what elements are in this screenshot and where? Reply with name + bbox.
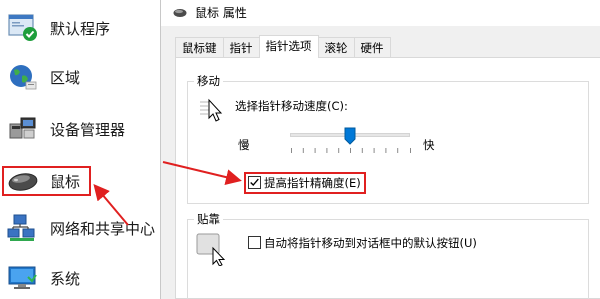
- pointer-speed-label: 选择指针移动速度(C):: [235, 99, 348, 113]
- network-sharing-icon: [7, 214, 35, 241]
- snap-to-icon: [196, 233, 226, 266]
- cp-item-label: 默认程序: [50, 19, 111, 38]
- mouse-title-icon: [173, 9, 187, 17]
- snap-group-title: 贴靠: [194, 211, 223, 227]
- fast-label: 快: [423, 138, 435, 152]
- system-icon: [8, 266, 37, 289]
- highlight-box-precision: [244, 172, 366, 194]
- dialog-tabs: 鼠标键 指针 指针选项 滚轮 硬件: [175, 35, 391, 58]
- cp-item-default-programs[interactable]: 默认程序: [0, 6, 168, 50]
- pointer-options-panel: 移动 贴靠: [175, 57, 600, 299]
- pointer-speed-icon: [200, 98, 223, 122]
- tab-buttons[interactable]: 鼠标键: [175, 37, 224, 58]
- default-programs-icon: [8, 14, 37, 41]
- tab-pointer-options[interactable]: 指针选项: [258, 35, 319, 58]
- cp-item-label: 设备管理器: [50, 120, 126, 139]
- tab-wheel[interactable]: 滚轮: [317, 37, 355, 58]
- snap-group: 贴靠: [187, 211, 589, 299]
- control-panel-list: 默认程序 区域 设备管理器 鼠标 网络和共享中心 系统: [0, 0, 168, 299]
- cp-item-label: 网络和共享中心: [50, 219, 156, 238]
- slider-ticks: [291, 148, 411, 153]
- cp-item-label: 系统: [50, 269, 81, 288]
- cp-item-network-sharing[interactable]: 网络和共享中心: [0, 206, 168, 250]
- tab-pointers[interactable]: 指针: [222, 37, 260, 58]
- cp-item-region[interactable]: 区域: [0, 55, 168, 99]
- snap-to-default-checkbox[interactable]: [248, 236, 261, 249]
- tab-hardware[interactable]: 硬件: [353, 37, 391, 58]
- cp-item-label: 区域: [50, 68, 81, 87]
- device-manager-icon: [9, 117, 36, 139]
- highlight-box-mouse: [2, 166, 91, 196]
- pointer-speed-slider-thumb[interactable]: [344, 127, 356, 145]
- motion-group-title: 移动: [194, 73, 223, 89]
- snap-to-default-label[interactable]: 自动将指针移动到对话框中的默认按钮(U): [264, 235, 477, 251]
- region-globe-icon: [10, 65, 37, 90]
- dialog-title: 鼠标 属性: [195, 6, 247, 20]
- slow-label: 慢: [238, 138, 250, 152]
- cp-item-system[interactable]: 系统: [0, 256, 168, 299]
- cp-item-device-manager[interactable]: 设备管理器: [0, 107, 168, 151]
- dialog-titlebar[interactable]: 鼠标 属性: [161, 0, 600, 26]
